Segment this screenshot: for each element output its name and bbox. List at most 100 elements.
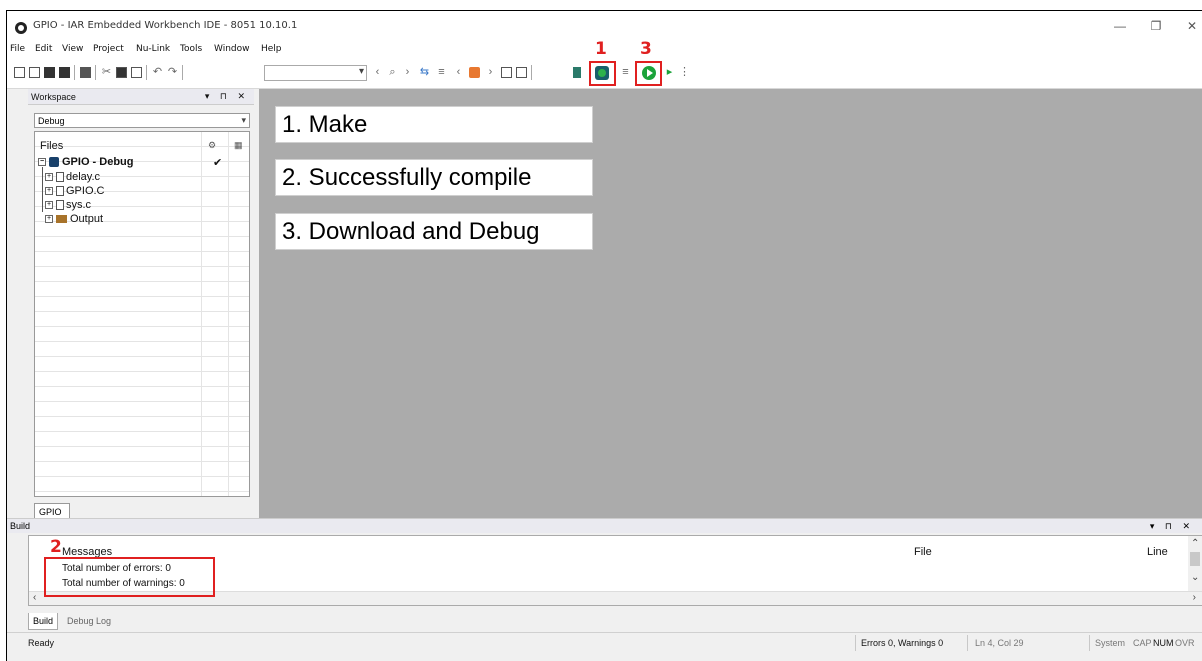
undo-icon[interactable]: ↶ [152,67,163,78]
c-file-icon [56,172,64,183]
restore-button[interactable]: ❐ [1148,19,1164,33]
cut-icon[interactable]: ✂ [101,67,112,78]
paste-icon[interactable] [131,67,142,78]
expand-icon[interactable]: + [45,201,53,210]
save-icon[interactable] [44,67,55,78]
toolbar-separator [146,65,147,80]
vertical-scrollbar[interactable]: ⌃ ⌄ [1188,536,1202,591]
tree-file-row[interactable]: + sys.c [45,199,91,211]
menu-tools[interactable]: Tools [180,44,202,54]
tab-build[interactable]: Build [28,613,59,630]
project-icon [49,157,59,168]
build-title: Build [10,521,31,531]
expand-icon[interactable]: + [45,173,53,182]
output-column-icon: ▦ [234,140,243,150]
tab-debug-log[interactable]: Debug Log [63,613,115,630]
menu-file[interactable]: File [10,44,25,54]
menu-window[interactable]: Window [214,44,250,54]
copy-icon[interactable] [116,67,127,78]
download-debug-icon[interactable] [642,66,656,80]
title-bar: GPIO - IAR Embedded Workbench IDE - 8051… [7,11,1202,42]
callout-download-debug: 3. Download and Debug [275,213,593,250]
redo-icon[interactable]: ↷ [167,67,178,78]
tree-file-row[interactable]: + delay.c [45,171,100,183]
find-prev-icon[interactable]: ‹ [372,67,383,78]
tree-column-divider [201,132,202,496]
status-ovr: OVR [1175,638,1195,648]
tree-connector [42,167,43,212]
line-column-header[interactable]: Line [1147,546,1168,558]
editor-area: 1. Make 2. Successfully compile 3. Downl… [259,89,1202,520]
menu-nu-link[interactable]: Nu-Link [136,44,170,54]
scroll-thumb[interactable] [1190,552,1200,566]
scroll-up-icon[interactable]: ⌃ [1191,538,1199,549]
expand-icon[interactable]: + [45,187,53,196]
toolbar-separator [531,65,532,80]
status-separator [1089,635,1090,651]
tree-file-row[interactable]: + GPIO.C [45,185,105,197]
bookmark-icon[interactable] [469,67,480,78]
go-to-icon[interactable]: ⇆ [419,67,430,78]
status-separator [855,635,856,651]
menu-view[interactable]: View [62,44,83,54]
tree-files-header: Files [40,140,64,152]
check-icon[interactable] [516,67,527,78]
find-next-icon[interactable]: › [402,67,413,78]
print-icon[interactable] [80,67,91,78]
workspace-controls[interactable]: ▾ ⊓ ✕ [205,91,249,102]
c-file-icon [56,200,64,211]
workspace-panel: Workspace ▾ ⊓ ✕ Debug Files ⚙ ▦ − GPIO - … [28,89,254,526]
workspace-title: Workspace [31,92,76,102]
indent-icon[interactable]: ≡ [436,67,447,78]
menu-project[interactable]: Project [93,44,124,54]
minimize-button[interactable]: — [1112,19,1128,33]
save-all-icon[interactable] [59,67,70,78]
status-errors-warnings: Errors 0, Warnings 0 [861,638,944,648]
find-icon[interactable]: ⌕ [387,67,398,78]
build-controls[interactable]: ▾ ⊓ ✕ [1150,521,1194,532]
file-name: GPIO.C [66,185,105,197]
make-annotation-number: 1 [595,39,607,59]
build-options-icon[interactable]: ≡ [620,67,631,78]
tree-column-divider [228,132,229,496]
callout-make: 1. Make [275,106,593,143]
compile-result-highlight-box [44,557,215,597]
build-icon[interactable] [573,67,581,78]
ide-window: GPIO - IAR Embedded Workbench IDE - 8051… [6,10,1202,661]
project-check-mark: ✔ [213,157,223,169]
toolbar-separator [74,65,75,80]
next-bookmark-icon[interactable]: › [485,67,496,78]
new-file-icon[interactable] [14,67,25,78]
status-bar: Ready Errors 0, Warnings 0 Ln 4, Col 29 … [7,632,1202,652]
window-title: GPIO - IAR Embedded Workbench IDE - 8051… [33,20,298,31]
toolbar-separator [182,65,183,80]
compile-icon[interactable] [501,67,512,78]
compile-annotation-number: 2 [50,537,62,557]
prev-bookmark-icon[interactable]: ‹ [453,67,464,78]
open-file-icon[interactable] [29,67,40,78]
folder-icon [56,215,67,224]
callout-compile: 2. Successfully compile [275,159,593,196]
status-cap: CAP [1133,638,1152,648]
tree-folder-row[interactable]: + Output [45,213,103,225]
close-button[interactable]: ✕ [1184,19,1200,33]
configuration-select[interactable]: Debug [34,113,250,128]
collapse-icon[interactable]: − [38,158,46,167]
expand-icon[interactable]: + [45,215,53,224]
build-header: Build ▾ ⊓ ✕ [7,518,1202,533]
make-icon[interactable] [595,66,609,80]
file-column-header[interactable]: File [914,546,932,558]
scroll-left-icon[interactable]: ‹ [33,592,36,603]
file-name: sys.c [66,199,92,211]
scroll-down-icon[interactable]: ⌄ [1191,572,1199,583]
toolbar-overflow-icon[interactable]: ⋮ [679,67,690,78]
status-separator [967,635,968,651]
menu-help[interactable]: Help [261,44,282,54]
menu-edit[interactable]: Edit [35,44,52,54]
scroll-right-icon[interactable]: › [1193,592,1196,603]
project-name: GPIO - Debug [62,156,134,168]
debug-without-download-icon[interactable]: ▸ [664,67,675,78]
status-cursor-position: Ln 4, Col 29 [975,638,1024,648]
tree-project-row[interactable]: − GPIO - Debug [38,156,134,168]
find-combo[interactable] [264,65,367,81]
